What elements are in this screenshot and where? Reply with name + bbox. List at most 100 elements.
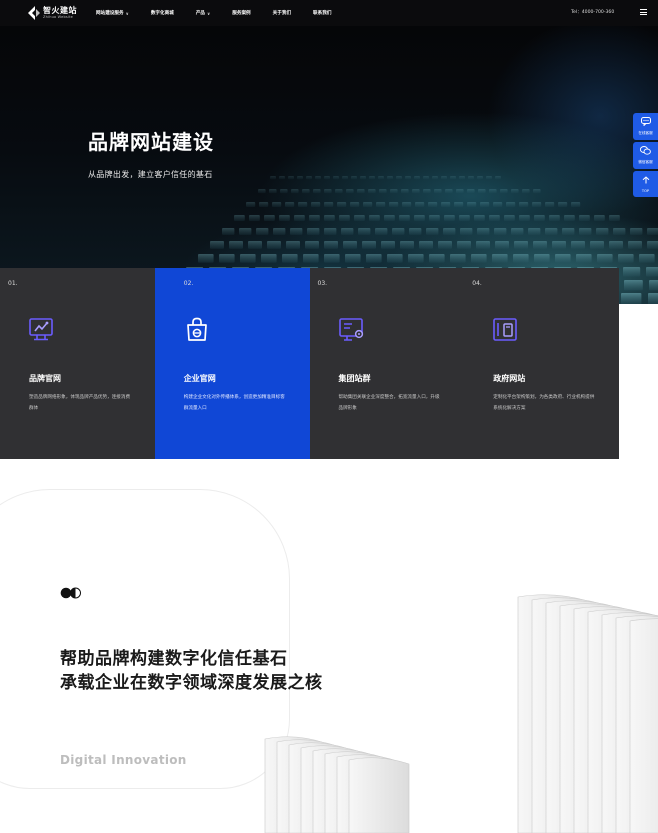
keyboard-key	[389, 202, 399, 208]
card-description: 塑造品牌网络形象，体现品牌产品优势，连接消费群体	[29, 395, 131, 411]
keyboard-key	[618, 254, 634, 263]
keyboard-key	[339, 215, 350, 221]
float-label: 在线客服	[638, 131, 653, 135]
keyboard-key	[239, 228, 252, 235]
keyboard-key	[429, 215, 440, 221]
service-card-enterprise-site[interactable]: 02. 企业官网 构建企业文化对外传播体系，创造更加精准目标客群流量入口	[154, 268, 310, 459]
nav-item-about[interactable]: 关于我们	[273, 10, 291, 16]
keyboard-key	[399, 215, 410, 221]
keyboard-key	[474, 215, 485, 221]
keyboard-key	[298, 202, 308, 208]
keyboard-key	[273, 228, 286, 235]
keyboard-key	[459, 176, 465, 180]
logo-icon	[28, 6, 40, 20]
back-to-top-button[interactable]: TOP	[633, 171, 658, 197]
nav-item-cases[interactable]: 服务案例	[232, 10, 250, 16]
keyboard-key	[533, 241, 547, 249]
keyboard-key	[345, 254, 361, 263]
keyboard-key	[450, 176, 456, 180]
toggle-circles-icon	[60, 587, 81, 599]
keyboard-key	[545, 202, 555, 208]
keyboard-key	[579, 215, 590, 221]
keyboard-key	[419, 241, 433, 249]
keyboard-key	[639, 254, 655, 263]
keyboard-key	[434, 189, 442, 194]
keyboard-key	[621, 293, 642, 304]
keyboard-key	[267, 241, 281, 249]
keyboard-key	[549, 215, 560, 221]
keyboard-key	[414, 215, 425, 221]
keyboard-key	[210, 241, 224, 249]
nav-item-products[interactable]: 产品 ∨	[195, 10, 211, 17]
keyboard-key	[511, 189, 519, 194]
nav-item-contact[interactable]: 联系我们	[313, 10, 331, 16]
nav-label: 产品	[195, 11, 206, 16]
keyboard-key	[613, 228, 626, 235]
keyboard-key	[571, 202, 581, 208]
keyboard-key	[369, 215, 380, 221]
keyboard-key	[495, 176, 501, 180]
card-number: 01.	[8, 280, 18, 287]
keyboard-background-image	[162, 176, 658, 304]
phone-number[interactable]: Tel：4000-700-360	[571, 9, 614, 15]
keyboard-key	[489, 189, 497, 194]
keyboard-key	[378, 176, 384, 180]
keyboard-key	[596, 228, 609, 235]
keyboard-key	[454, 202, 464, 208]
keyboard-key	[428, 202, 438, 208]
nav-item-website-service[interactable]: 网站建设服务 ∨	[96, 10, 129, 17]
keyboard-key	[460, 228, 473, 235]
keyboard-key	[415, 202, 425, 208]
keyboard-key	[324, 176, 330, 180]
keyboard-key	[533, 189, 541, 194]
nav-label: 服务案例	[232, 11, 251, 16]
keyboard-key	[362, 241, 376, 249]
keyboard-key	[534, 215, 545, 221]
card-number: 03.	[317, 280, 328, 287]
arrow-up-icon	[642, 175, 650, 187]
service-card-government-site[interactable]: 04. 政府网站 定制化平台架构策划，为各类政府、行业机构提供系统化解决方案	[464, 268, 619, 459]
keyboard-key	[423, 176, 429, 180]
keyboard-key	[313, 189, 321, 194]
keyboard-key	[256, 228, 269, 235]
keyboard-key	[360, 176, 366, 180]
nav-item-digital-mall[interactable]: 数字化商城	[151, 10, 174, 16]
service-card-brand-site[interactable]: 01. 品牌官网 塑造品牌网络形象，体现品牌产品优势，连接消费群体	[0, 268, 155, 459]
keyboard-key	[495, 241, 509, 249]
keyboard-key	[368, 189, 376, 194]
keyboard-key	[471, 254, 487, 263]
keyboard-key	[514, 241, 528, 249]
keyboard-key	[259, 202, 269, 208]
hamburger-menu-icon[interactable]	[640, 9, 647, 15]
brand-intro-section: 帮助品牌构建数字化信任基石 承载企业在数字领域深度发展之核 Digital In…	[0, 459, 658, 833]
keyboard-key	[357, 189, 365, 194]
keyboard-key	[445, 189, 453, 194]
decorative-outline	[0, 489, 290, 789]
keyboard-key	[249, 215, 260, 221]
keyboard-key	[290, 228, 303, 235]
keyboard-key	[337, 202, 347, 208]
paper-sheet	[629, 618, 658, 833]
keyboard-key	[511, 228, 524, 235]
keyboard-key	[576, 254, 592, 263]
keyboard-key	[647, 241, 658, 249]
wechat-service-button[interactable]: 微信客服	[633, 142, 658, 169]
card-description: 帮助集团关联企业深度整合，拓宽流量入口，升级品牌形象	[338, 395, 440, 411]
keyboard-key	[456, 189, 464, 194]
hero-subtitle: 从品牌出发，建立客户信任的基石	[88, 170, 213, 179]
card-number: 04.	[472, 280, 482, 287]
site-logo[interactable]: 智火建站 Zhihuo Website	[28, 5, 77, 21]
card-description: 定制化平台架构策划，为各类政府、行业机构提供系统化解决方案	[493, 395, 595, 411]
online-service-button[interactable]: 在线客服	[633, 113, 658, 140]
card-number: 02.	[183, 280, 194, 287]
keyboard-key	[335, 189, 343, 194]
keyboard-key	[443, 228, 456, 235]
chevron-down-icon: ∨	[207, 10, 211, 16]
service-card-group-sites[interactable]: 03. 集团站群 帮助集团关联企业深度整合，拓宽流量入口，升级品牌形象	[309, 268, 465, 459]
keyboard-key	[628, 241, 642, 249]
keyboard-key	[562, 228, 575, 235]
keyboard-key	[324, 202, 334, 208]
keyboard-key	[384, 215, 395, 221]
keyboard-key	[594, 215, 605, 221]
keyboard-key	[294, 215, 305, 221]
